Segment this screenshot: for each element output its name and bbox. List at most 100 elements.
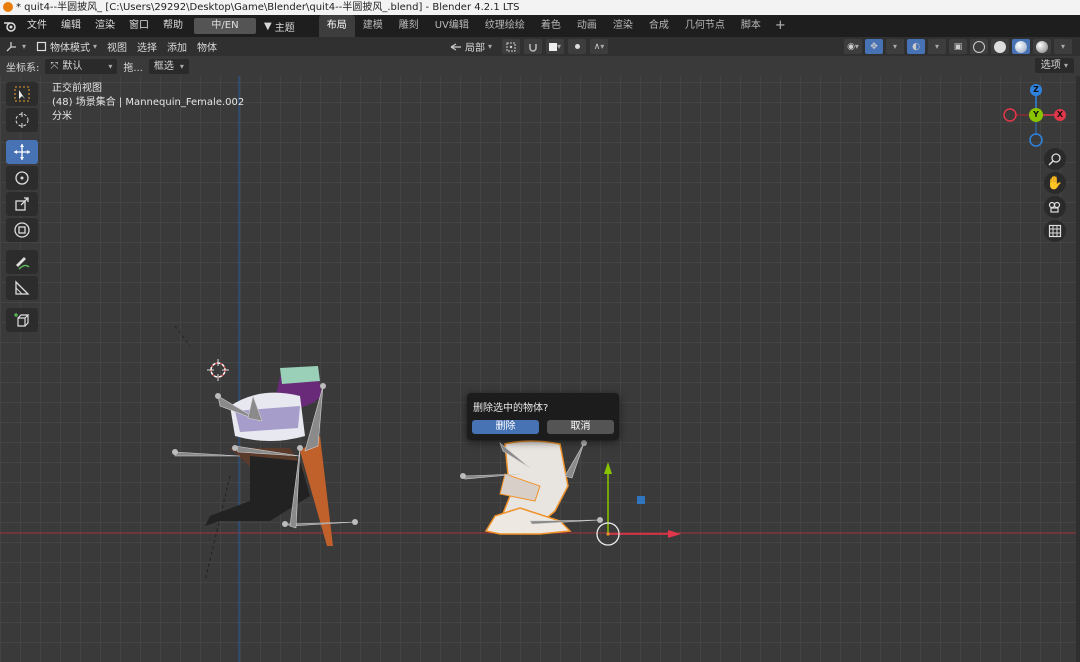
- y-axis-label: Y: [1033, 110, 1039, 119]
- tab-sculpting[interactable]: 雕刻: [391, 15, 427, 37]
- shading-rendered-button[interactable]: [1033, 39, 1051, 54]
- options-label: 选项: [1040, 60, 1061, 71]
- menu-render[interactable]: 渲染: [88, 15, 122, 37]
- add-cube-tool[interactable]: [6, 308, 38, 332]
- annotate-tool[interactable]: [6, 250, 38, 274]
- menu-edit[interactable]: 编辑: [54, 15, 88, 37]
- delete-confirm-dialog: 删除选中的物体? 删除 取消: [467, 393, 619, 440]
- pivot-point-button[interactable]: [502, 39, 521, 54]
- add-workspace-icon[interactable]: +: [769, 15, 792, 37]
- xray-icon: ▣: [953, 41, 963, 52]
- menu-object[interactable]: 物体: [192, 39, 222, 54]
- language-toggle-button[interactable]: 中/EN: [194, 18, 256, 34]
- rotate-tool[interactable]: [6, 166, 38, 190]
- character-rig-1: [172, 325, 358, 582]
- zoom-icon: [1048, 153, 1061, 166]
- transform-orientation-dropdown[interactable]: 局部 ▾: [450, 39, 492, 54]
- move-arrows-icon: [14, 144, 30, 160]
- tab-animation[interactable]: 动画: [569, 15, 605, 37]
- coord-system-dropdown[interactable]: ⤧ 默认 ▾: [45, 58, 118, 74]
- falloff-dropdown[interactable]: ∧ ▾: [590, 39, 609, 54]
- view-name: 正交前视图: [52, 83, 102, 94]
- shading-material-button[interactable]: [1012, 39, 1030, 54]
- xray-toggle[interactable]: ▣: [949, 39, 967, 54]
- editor-type-dropdown[interactable]: ▾: [0, 41, 31, 53]
- shading-wireframe-button[interactable]: [970, 39, 988, 54]
- overlay-dropdown[interactable]: ▾: [928, 39, 946, 54]
- cancel-button[interactable]: 取消: [547, 420, 614, 434]
- options-dropdown[interactable]: 选项 ▾: [1034, 58, 1074, 73]
- x-axis-label: X: [1056, 110, 1064, 119]
- tab-scripting[interactable]: 脚本: [733, 15, 769, 37]
- snap-toggle[interactable]: [524, 39, 543, 54]
- add-cube-icon: [14, 313, 30, 327]
- tab-geometry-nodes[interactable]: 几何节点: [677, 15, 733, 37]
- pivot-icon: [506, 42, 516, 51]
- transform-controls: 局部 ▾ ▾ ∧ ▾: [450, 37, 609, 56]
- window-title: * quit4--半圆披风_ [C:\Users\29292\Desktop\G…: [16, 2, 520, 13]
- window-title-bar: * quit4--半圆披风_ [C:\Users\29292\Desktop\G…: [0, 0, 1080, 15]
- tab-compositing[interactable]: 合成: [641, 15, 677, 37]
- rotate-icon: [15, 171, 29, 185]
- sidebar-edge[interactable]: [1076, 76, 1080, 662]
- menu-file[interactable]: 文件: [20, 15, 54, 37]
- proportional-edit-toggle[interactable]: [568, 39, 587, 54]
- unit-scale: 分米: [52, 111, 72, 122]
- shading-dropdown[interactable]: ▾: [1054, 39, 1072, 54]
- dot-icon: [574, 44, 580, 49]
- tab-modeling[interactable]: 建模: [355, 15, 391, 37]
- z-axis-label: Z: [1033, 85, 1039, 94]
- gizmo-icon: ✥: [870, 41, 878, 52]
- menu-add[interactable]: 添加: [162, 39, 192, 54]
- tab-uv-editing[interactable]: UV编辑: [427, 15, 477, 37]
- grid-icon: [1048, 224, 1062, 238]
- gizmo-dropdown[interactable]: ▾: [886, 39, 904, 54]
- delete-button[interactable]: 删除: [472, 420, 539, 434]
- shading-solid-button[interactable]: [991, 39, 1009, 54]
- theme-menu[interactable]: ▼ 主题: [256, 19, 303, 34]
- drag-label: 拖...: [123, 62, 143, 74]
- menu-window[interactable]: 窗口: [122, 15, 156, 37]
- theme-label: 主题: [274, 22, 295, 34]
- material-sphere-icon: [1015, 40, 1027, 53]
- measure-tool[interactable]: [6, 276, 38, 300]
- tab-texture-paint[interactable]: 纹理绘绘: [477, 15, 533, 37]
- perspective-toggle-button[interactable]: [1044, 220, 1066, 242]
- overlay-icon: ◐: [912, 41, 920, 52]
- crosshair-icon: [15, 112, 29, 128]
- select-box-tool[interactable]: [6, 82, 38, 106]
- solid-sphere-icon: [994, 40, 1006, 53]
- menu-help[interactable]: 帮助: [156, 15, 190, 37]
- gizmo-y-button[interactable]: Y: [1029, 108, 1043, 122]
- viewport-info: 正交前视图 (48) 场景集合 | Mannequin_Female.002 分…: [52, 82, 244, 124]
- viewport-header-right: ◉ ▾ ✥ ▾ ◐ ▾ ▣ ▾: [844, 37, 1080, 56]
- camera-view-button[interactable]: [1044, 196, 1066, 218]
- gizmo-x-button[interactable]: X: [1054, 109, 1066, 121]
- select-mode-dropdown[interactable]: 框选 ▾: [148, 58, 189, 74]
- cursor-tool[interactable]: [6, 108, 38, 132]
- tab-rendering[interactable]: 渲染: [605, 15, 641, 37]
- mode-dropdown[interactable]: 物体模式 ▾: [31, 39, 102, 54]
- camera-icon: [1048, 201, 1061, 213]
- blender-logo-icon[interactable]: [0, 15, 20, 37]
- top-menu-bar: 文件 编辑 渲染 窗口 帮助 中/EN ▼ 主题 布局 建模 雕刻 UV编辑 纹…: [0, 15, 1080, 37]
- snap-target-dropdown[interactable]: ▾: [546, 39, 565, 54]
- overlay-toggle[interactable]: ◐: [907, 39, 925, 54]
- hand-icon: ✋: [1046, 175, 1064, 191]
- rendered-sphere-icon: [1036, 40, 1048, 53]
- gizmo-z-button[interactable]: Z: [1030, 84, 1042, 96]
- navigation-buttons: ✋: [1044, 148, 1068, 244]
- tab-shading[interactable]: 着色: [533, 15, 569, 37]
- scale-tool[interactable]: [6, 192, 38, 216]
- gizmo-toggle[interactable]: ✥: [865, 39, 883, 54]
- transform-icon: ⤧: [50, 60, 59, 72]
- tab-layout[interactable]: 布局: [318, 15, 355, 37]
- tool-settings-bar: 坐标系: ⤧ 默认 ▾ 拖... 框选 ▾: [0, 56, 1080, 76]
- zoom-button[interactable]: [1044, 148, 1066, 170]
- transform-tool[interactable]: [6, 218, 38, 242]
- pan-button[interactable]: ✋: [1044, 172, 1066, 194]
- menu-select[interactable]: 选择: [132, 39, 162, 54]
- menu-view[interactable]: 视图: [102, 39, 132, 54]
- visibility-dropdown[interactable]: ◉ ▾: [844, 39, 862, 54]
- move-tool[interactable]: [6, 140, 38, 164]
